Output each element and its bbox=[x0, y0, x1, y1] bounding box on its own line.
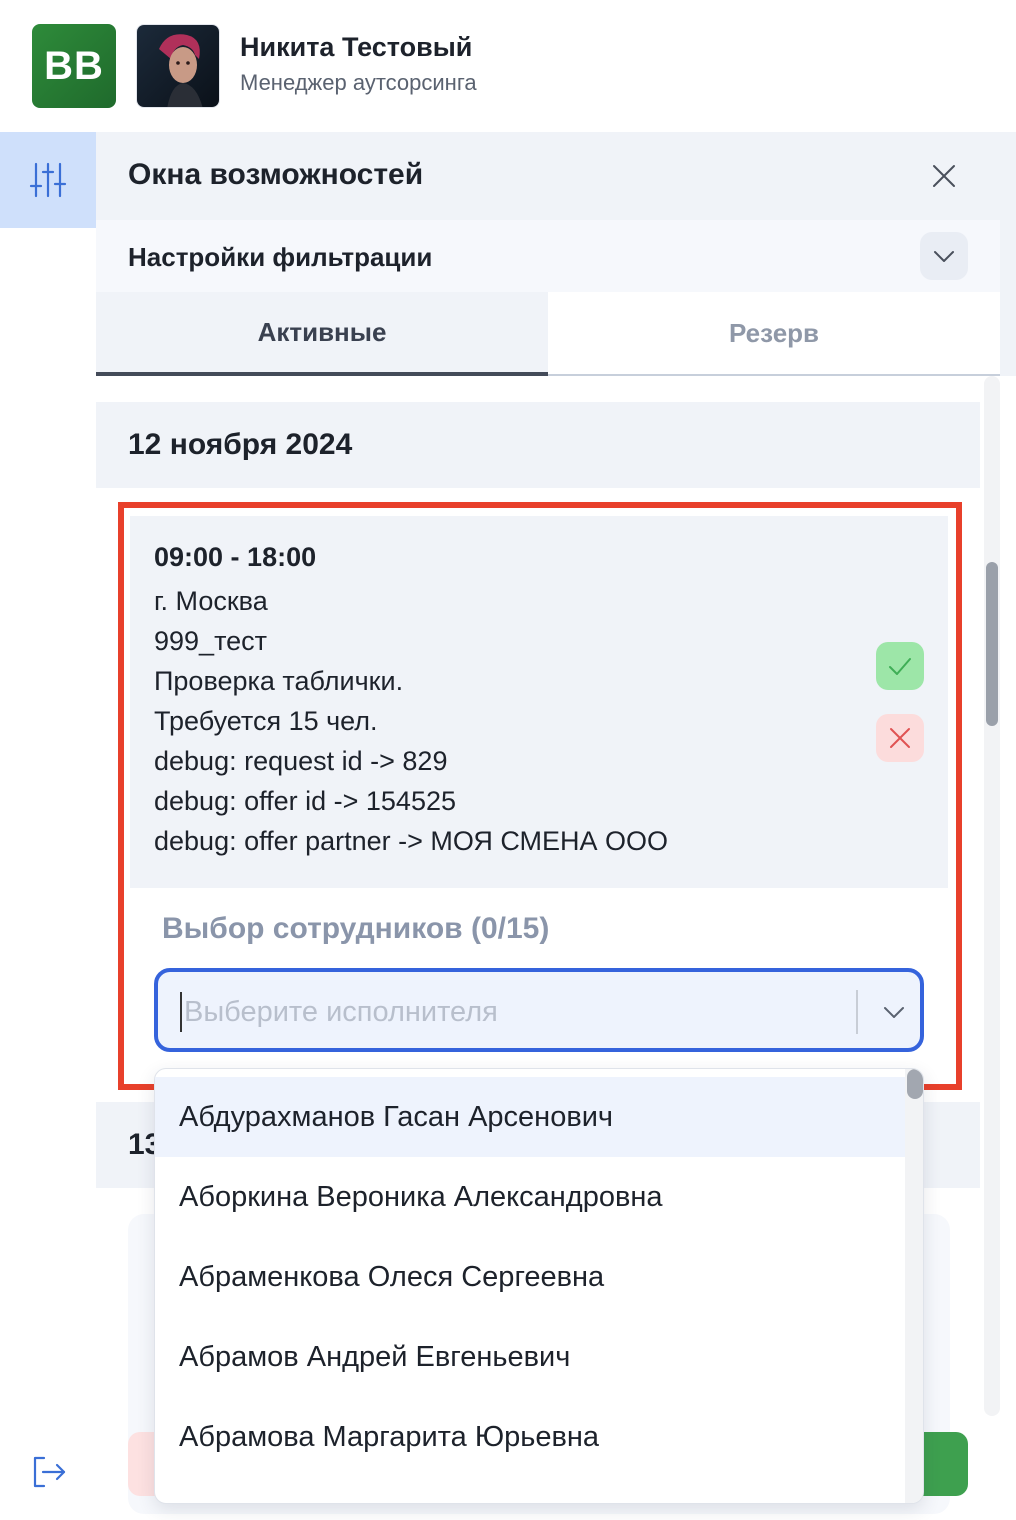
offer-debug-partner: debug: offer partner -> МОЯ СМЕНА ООО bbox=[154, 826, 669, 856]
select-divider bbox=[856, 990, 858, 1034]
offer-time: 09:00 - 18:00 bbox=[154, 542, 317, 572]
offer-debug-offer: debug: offer id -> 154525 bbox=[154, 786, 456, 816]
select-dropdown-toggle[interactable] bbox=[872, 990, 916, 1034]
offer-description: Проверка таблички. bbox=[154, 666, 404, 696]
dropdown-option[interactable]: Абрамов Андрей Евгеньевич bbox=[155, 1317, 905, 1397]
offer-object: 999_тест bbox=[154, 626, 268, 656]
offer-required: Требуется 15 чел. bbox=[154, 706, 378, 736]
reject-button[interactable] bbox=[876, 714, 924, 762]
sliders-icon bbox=[29, 162, 67, 198]
brand-logo: BB bbox=[32, 24, 116, 108]
date-group-header: 12 ноября 2024 bbox=[96, 402, 980, 488]
logout-button[interactable] bbox=[26, 1450, 70, 1494]
close-button[interactable] bbox=[924, 156, 964, 196]
check-icon bbox=[889, 658, 911, 675]
filter-settings-toggle[interactable] bbox=[920, 232, 968, 280]
offer-card: 09:00 - 18:00 г. Москва 999_тест Проверк… bbox=[130, 516, 948, 888]
rail-filter-button[interactable] bbox=[0, 132, 96, 228]
dropdown-scrollbar-thumb[interactable] bbox=[907, 1069, 923, 1099]
chevron-down-icon bbox=[934, 251, 954, 262]
employee-dropdown[interactable]: Абдурахманов Гасан Арсенович Аборкина Ве… bbox=[154, 1068, 924, 1504]
scrollbar[interactable] bbox=[984, 376, 1000, 1416]
panel-title: Окна возможностей bbox=[128, 158, 424, 191]
left-rail bbox=[0, 132, 96, 1520]
filter-settings-label: Настройки фильтрации bbox=[128, 242, 433, 272]
offer-debug-request: debug: request id -> 829 bbox=[154, 746, 448, 776]
close-icon bbox=[933, 165, 955, 187]
tabs: Активные Резерв bbox=[96, 292, 1000, 376]
avatar[interactable] bbox=[136, 24, 220, 108]
app-header: BB Никита Тестовый Менеджер аутсорсинга bbox=[0, 0, 1016, 132]
filter-settings-bar[interactable]: Настройки фильтрации bbox=[96, 220, 1000, 292]
dropdown-option[interactable]: Аборкина Вероника Александровна bbox=[155, 1157, 905, 1237]
dropdown-scrollbar[interactable] bbox=[905, 1069, 923, 1503]
date-group-title: 12 ноября 2024 bbox=[128, 428, 353, 461]
dropdown-option[interactable]: Абраменкова Олеся Сергеевна bbox=[155, 1237, 905, 1317]
user-name: Никита Тестовый bbox=[240, 32, 473, 62]
x-icon bbox=[890, 728, 910, 748]
tab-reserve[interactable]: Резерв bbox=[548, 292, 1000, 376]
offer-city: г. Москва bbox=[154, 586, 268, 616]
scrollbar-thumb[interactable] bbox=[986, 562, 998, 726]
logout-icon bbox=[33, 1456, 66, 1488]
employee-select-title: Выбор сотрудников (0/15) bbox=[162, 912, 550, 945]
employee-select-input[interactable] bbox=[180, 992, 840, 1032]
tab-active[interactable]: Активные bbox=[96, 292, 548, 376]
employee-select[interactable] bbox=[154, 968, 924, 1052]
avatar-image bbox=[137, 25, 219, 107]
accept-button[interactable] bbox=[876, 642, 924, 690]
dropdown-option[interactable]: Абрамова Маргарита Юрьевна bbox=[155, 1397, 905, 1477]
user-role: Менеджер аутсорсинга bbox=[240, 70, 477, 95]
dropdown-option[interactable]: Абдурахманов Гасан Арсенович bbox=[155, 1077, 905, 1157]
chevron-down-icon bbox=[884, 1007, 904, 1018]
